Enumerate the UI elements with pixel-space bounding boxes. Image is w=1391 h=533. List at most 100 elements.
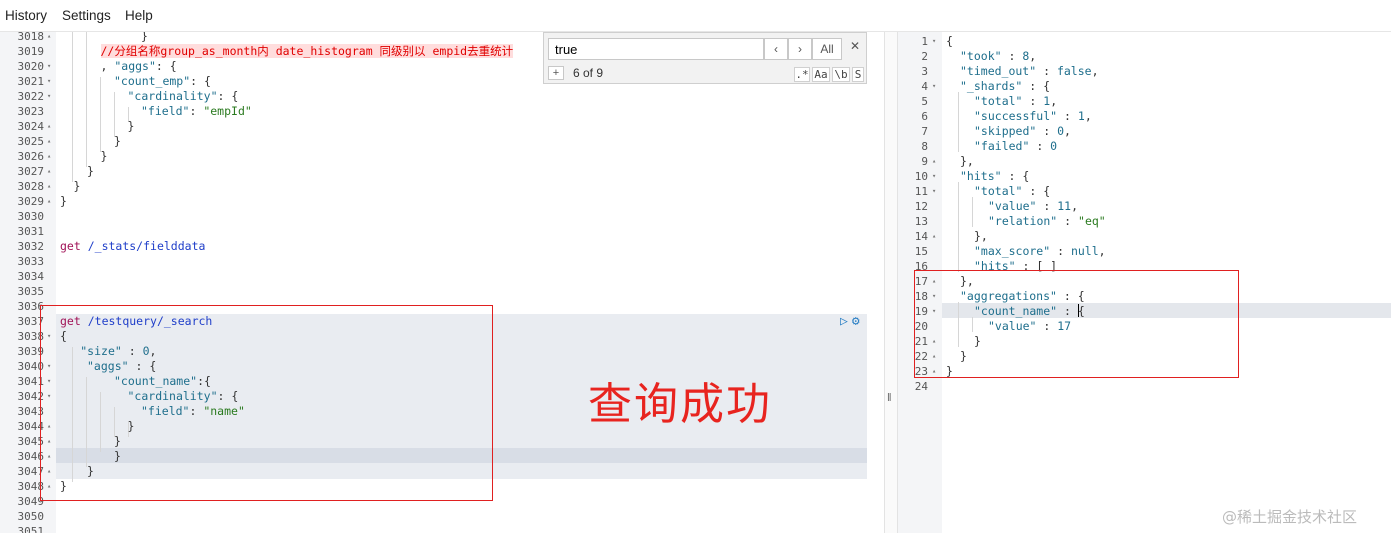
code-line[interactable]: 3029 ▴}: [0, 194, 884, 209]
code-line[interactable]: 3 "timed_out" : false,: [898, 64, 1391, 79]
punct: : {: [217, 89, 239, 103]
code-line[interactable]: 9 ▴},: [898, 154, 1391, 169]
fold-toggle-icon[interactable]: ▴: [932, 154, 936, 169]
code-line[interactable]: 7 "skipped" : 0,: [898, 124, 1391, 139]
line-number: 9: [921, 155, 928, 168]
code-line[interactable]: 24: [898, 379, 1391, 394]
line-number: 3039: [17, 345, 45, 358]
code-line[interactable]: 6 "successful" : 1,: [898, 109, 1391, 124]
fold-toggle-icon[interactable]: ▾: [47, 59, 51, 74]
code-line[interactable]: 3024 ▴}: [0, 119, 884, 134]
punct: ,: [1091, 64, 1099, 78]
code-line[interactable]: 13 "relation" : "eq": [898, 214, 1391, 229]
wrench-icon[interactable]: ⚙: [852, 314, 860, 329]
json-string: "eq": [1078, 214, 1106, 228]
code-line[interactable]: 3032 get /_stats/fielddata: [0, 239, 884, 254]
find-prev-button[interactable]: ‹: [764, 38, 788, 60]
play-icon[interactable]: ▷: [840, 314, 848, 329]
line-number: 3022: [17, 90, 45, 103]
menu-settings[interactable]: Settings: [62, 8, 111, 23]
code-line[interactable]: 3033: [0, 254, 884, 269]
code-line[interactable]: 14 ▴},: [898, 229, 1391, 244]
code-line[interactable]: 3031: [0, 224, 884, 239]
fold-toggle-icon[interactable]: ▾: [932, 34, 936, 49]
fold-toggle-icon[interactable]: ▴: [47, 119, 51, 134]
fold-toggle-icon[interactable]: ▾: [47, 74, 51, 89]
brace: {: [946, 34, 953, 48]
line-number: 14: [914, 230, 928, 243]
code-line[interactable]: 3030: [0, 209, 884, 224]
code-line[interactable]: 4 ▾ "_shards" : {: [898, 79, 1391, 94]
code-line[interactable]: 10 ▾ "hits" : {: [898, 169, 1391, 184]
fold-toggle-icon[interactable]: ▾: [932, 184, 936, 199]
code-line[interactable]: 1 ▾ {: [898, 34, 1391, 49]
fold-toggle-icon[interactable]: ▾: [932, 79, 936, 94]
punct: ,: [1084, 109, 1092, 123]
fold-toggle-icon[interactable]: ▴: [932, 229, 936, 244]
line-number: 3033: [17, 255, 45, 268]
line-number: 3041: [17, 375, 45, 388]
code-comment: //分组名称group_as_month内 date_histogram 同级别…: [100, 44, 514, 58]
json-boolean: false: [1056, 64, 1092, 78]
line-number: 3049: [17, 495, 45, 508]
fold-toggle-icon[interactable]: ▴: [47, 179, 51, 194]
request-highlight-box: [40, 305, 493, 501]
line-number: 3021: [17, 75, 45, 88]
fold-toggle-icon[interactable]: ▾: [932, 169, 936, 184]
find-next-button[interactable]: ›: [788, 38, 812, 60]
code-line[interactable]: 3034: [0, 269, 884, 284]
fold-toggle-icon[interactable]: ▴: [47, 149, 51, 164]
code-line[interactable]: 3035: [0, 284, 884, 299]
code-line[interactable]: 2 "took" : 8,: [898, 49, 1391, 64]
punct: ,: [1050, 94, 1058, 108]
find-all-button[interactable]: All: [812, 38, 842, 60]
code-line[interactable]: 3023 "field": "empId": [0, 104, 884, 119]
code-line[interactable]: 3027 ▴}: [0, 164, 884, 179]
brace: }: [60, 194, 67, 208]
code-line[interactable]: 3025 ▴}: [0, 134, 884, 149]
find-input[interactable]: [548, 38, 764, 60]
code-line[interactable]: 11 ▾ "total" : {: [898, 184, 1391, 199]
line-number: 3035: [17, 285, 45, 298]
in-selection-toggle[interactable]: S: [852, 67, 864, 82]
line-number: 3050: [17, 510, 45, 523]
close-icon[interactable]: ✕: [850, 39, 860, 53]
punct: :: [1029, 139, 1051, 153]
code-line[interactable]: 5 "total" : 1,: [898, 94, 1391, 109]
menu-history[interactable]: History: [5, 8, 47, 23]
fold-toggle-icon[interactable]: ▴: [47, 134, 51, 149]
menu-help[interactable]: Help: [125, 8, 153, 23]
line-number: 6: [921, 110, 928, 123]
brace: },: [974, 229, 988, 243]
fold-toggle-icon[interactable]: ▾: [47, 89, 51, 104]
code-line[interactable]: 15 "max_score" : null,: [898, 244, 1391, 259]
code-line[interactable]: 3051: [0, 524, 884, 533]
code-line[interactable]: 8 "failed" : 0: [898, 139, 1391, 154]
code-line[interactable]: 3050: [0, 509, 884, 524]
line-number: 3031: [17, 225, 45, 238]
code-line[interactable]: 3028 ▴}: [0, 179, 884, 194]
fold-toggle-icon[interactable]: ▴: [47, 194, 51, 209]
find-widget: ‹ › All ✕ + 6 of 9 .* Aa \b S: [543, 32, 867, 84]
line-number: 3027: [17, 165, 45, 178]
replace-toggle-button[interactable]: +: [548, 66, 564, 80]
line-number: 15: [914, 245, 928, 258]
fold-toggle-icon[interactable]: ▴: [47, 164, 51, 179]
case-sensitive-toggle[interactable]: Aa: [812, 67, 830, 82]
code-line[interactable]: 3022 ▾ "cardinality": {: [0, 89, 884, 104]
line-number: 3019: [17, 45, 45, 58]
brace: },: [960, 154, 974, 168]
punct: :: [1036, 64, 1057, 78]
whole-word-toggle[interactable]: \b: [832, 67, 850, 82]
line-number: 3038: [17, 330, 45, 343]
code-line[interactable]: 12 "value" : 11,: [898, 199, 1391, 214]
line-number: 12: [914, 200, 928, 213]
line-number: 3026: [17, 150, 45, 163]
fold-toggle-icon[interactable]: ▴: [47, 32, 51, 44]
line-number: 3: [921, 65, 928, 78]
menu-bar: History Settings Help: [0, 0, 1391, 32]
line-number: 3048: [17, 480, 45, 493]
code-line[interactable]: 3026 ▴}: [0, 149, 884, 164]
pane-splitter[interactable]: ‖: [884, 32, 898, 533]
regex-toggle[interactable]: .*: [794, 67, 810, 82]
